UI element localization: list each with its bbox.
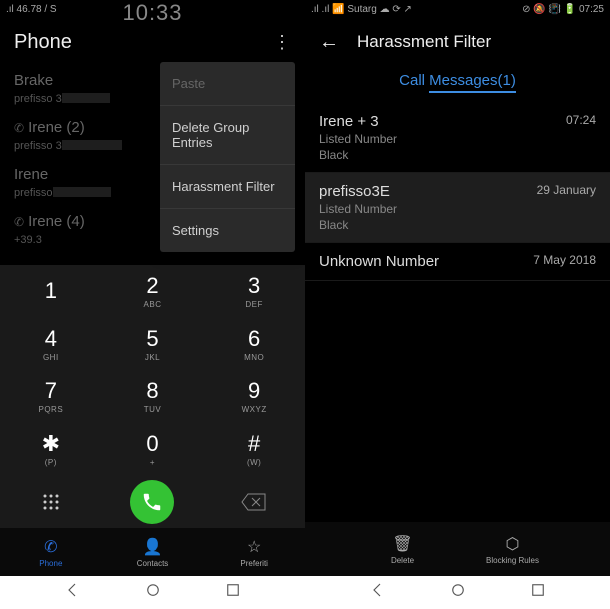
bottom-actions: 🗑Delete ⬡Blocking Rules [305, 522, 610, 576]
contact-name: ✆Irene (2) [14, 119, 85, 136]
filter-entry[interactable]: Unknown Number 7 May 2018 [305, 243, 610, 281]
menu-harassment-filter[interactable]: Harassment Filter [160, 165, 295, 209]
phone-app-screen: .ıl 46.78 / S 10:33 Phone ⋮ Brake prefis… [0, 0, 305, 576]
page-title: Phone [14, 31, 72, 54]
key-3[interactable]: 3DEF [203, 265, 305, 318]
status-speed: .ıl 46.78 / S [6, 4, 57, 15]
entry-sub2: Black [319, 148, 397, 162]
harassment-filter-screen: .ıl .ıl 📶 Sutarg ☁ ⟳ ↗ ⊘ 🔕 📳 🔋 07:25 ← H… [305, 0, 610, 576]
shield-icon: ⬡ [506, 534, 520, 554]
call-button[interactable] [102, 475, 204, 528]
star-icon: ☆ [247, 537, 261, 557]
contact-name: ✆Irene (4) [14, 213, 85, 230]
status-bar: .ıl 46.78 / S 10:33 [0, 0, 305, 18]
status-right: ⊘ 🔕 📳 🔋 07:25 [522, 4, 604, 15]
blocking-rules-button[interactable]: ⬡Blocking Rules [473, 522, 553, 576]
overflow-menu-icon[interactable]: ⋮ [273, 32, 291, 53]
delete-button[interactable]: 🗑Delete [363, 522, 443, 576]
key-7[interactable]: 7PQRS [0, 370, 102, 423]
entry-name: Irene + 3 [319, 113, 397, 130]
contact-name: Brake [14, 72, 53, 89]
filter-list: Irene + 3 Listed Number Black 07:24 pref… [305, 103, 610, 281]
menu-paste: Paste [160, 62, 295, 106]
back-arrow-icon[interactable]: ← [319, 31, 339, 54]
status-indicators: .ıl .ıl 📶 Sutarg ☁ ⟳ ↗ [311, 4, 412, 15]
entry-name: Unknown Number [319, 253, 439, 270]
key-5[interactable]: 5JKL [102, 318, 204, 371]
tab-messages[interactable]: Messages(1) [429, 72, 516, 93]
key-4[interactable]: 4GHI [0, 318, 102, 371]
nav-favorites[interactable]: ☆Preferiti [203, 528, 305, 576]
bottom-nav: ✆Phone 👤Contacts ☆Preferiti [0, 528, 305, 576]
backspace-button[interactable] [203, 475, 305, 528]
contacts-icon: 👤 [143, 537, 163, 557]
dialpad: 1 2ABC 3DEF 4GHI 5JKL 6MNO 7PQRS 8TUV 9W… [0, 265, 305, 528]
trash-icon: 🗑 [392, 534, 412, 554]
key-1[interactable]: 1 [0, 265, 102, 318]
key-8[interactable]: 8TUV [102, 370, 204, 423]
status-bar: .ıl .ıl 📶 Sutarg ☁ ⟳ ↗ ⊘ 🔕 📳 🔋 07:25 [305, 0, 610, 18]
nav-home-icon[interactable] [144, 581, 162, 604]
phone-icon: ✆ [44, 537, 57, 557]
key-2[interactable]: 2ABC [102, 265, 204, 318]
key-9[interactable]: 9WXYZ [203, 370, 305, 423]
key-6[interactable]: 6MNO [203, 318, 305, 371]
menu-settings[interactable]: Settings [160, 209, 295, 252]
contact-number: prefisso [14, 187, 53, 199]
keypad-toggle-icon[interactable] [0, 475, 102, 528]
entry-name: prefisso3E [319, 183, 397, 200]
tabs: Call Messages(1) [305, 66, 610, 103]
contact-number: prefisso 3 [14, 140, 62, 152]
app-header: ← Harassment Filter [305, 18, 610, 66]
status-clock: 10:33 [122, 0, 182, 26]
nav-contacts[interactable]: 👤Contacts [102, 528, 204, 576]
key-star[interactable]: ✱(P) [0, 423, 102, 476]
entry-sub1: Listed Number [319, 202, 397, 216]
tab-call[interactable]: Call Messages(1) [399, 72, 516, 93]
entry-date: 07:24 [566, 113, 596, 127]
contact-number: +39.3 [14, 234, 42, 246]
nav-home-icon[interactable] [449, 581, 467, 604]
nav-back-icon[interactable] [63, 581, 81, 604]
contact-name: Irene [14, 166, 48, 183]
key-hash[interactable]: #(W) [203, 423, 305, 476]
menu-delete-group[interactable]: Delete Group Entries [160, 106, 295, 165]
nav-recent-icon[interactable] [224, 581, 242, 604]
system-nav-bar [0, 576, 610, 609]
nav-recent-icon[interactable] [529, 581, 547, 604]
entry-date: 29 January [537, 183, 596, 197]
contact-number: prefisso 3 [14, 93, 62, 105]
overflow-menu: Paste Delete Group Entries Harassment Fi… [160, 62, 295, 252]
key-0[interactable]: 0+ [102, 423, 204, 476]
entry-date: 7 May 2018 [533, 253, 596, 267]
phone-icon: ✆ [14, 215, 24, 229]
page-title: Harassment Filter [357, 32, 491, 52]
filter-entry[interactable]: prefisso3E Listed Number Black 29 Januar… [305, 173, 610, 243]
filter-entry[interactable]: Irene + 3 Listed Number Black 07:24 [305, 103, 610, 173]
entry-sub1: Listed Number [319, 132, 397, 146]
nav-phone[interactable]: ✆Phone [0, 528, 102, 576]
nav-back-icon[interactable] [368, 581, 386, 604]
entry-sub2: Black [319, 218, 397, 232]
phone-icon: ✆ [14, 121, 24, 135]
